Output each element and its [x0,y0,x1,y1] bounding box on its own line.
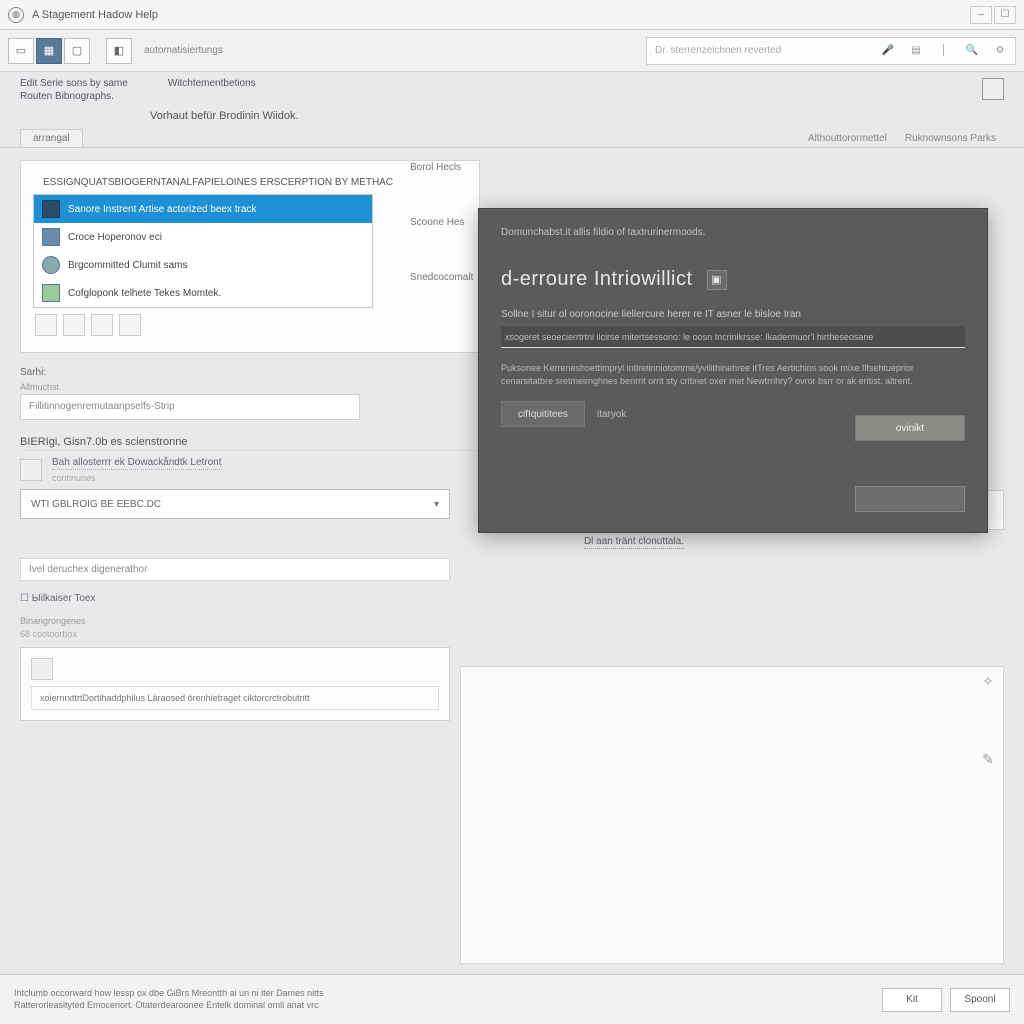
modal-subtitle: Domunchabst.it allis fildio of taxtrurin… [501,227,965,238]
tool-btn-2[interactable]: ▦ [36,38,62,64]
list-item[interactable]: Brgcommitted Clumit sams [34,251,372,279]
app-logo-icon: ◍ [8,7,24,23]
list-action-1[interactable] [35,314,57,336]
tab-link-2[interactable]: Ruknownsons Parks [897,130,1004,147]
window-title: A Stagement Hadow Help [32,9,158,21]
modal-text-input[interactable] [501,326,965,348]
desc-icon [31,658,53,680]
list-item[interactable]: Sanore Instrent Artise actorized beex tr… [34,195,372,223]
option-icon [42,228,60,246]
option-icon [42,200,60,218]
tab-link-1[interactable]: Althouttorormettel [800,130,895,147]
row-field-sub: continunes [52,473,222,483]
page-action-icon[interactable] [982,78,1004,100]
modal-dialog: Domunchabst.it allis fildio of taxtrurin… [478,208,988,533]
row-field-icon [20,459,42,481]
window-minimize-button[interactable]: – [970,6,992,24]
format-dropdown[interactable]: WTI GBLROIG BE EEBC.DC [20,489,450,519]
search-icon[interactable]: 🔍 [965,44,979,58]
list-item[interactable]: Croce Hoperonov eci [34,223,372,251]
list-action-3[interactable] [91,314,113,336]
divider-icon: │ [937,44,951,58]
modal-title: d-erroure Intriowillict [501,268,693,291]
modal-paragraph2: Puksonee Kerreneshoettimpryl intlretinni… [501,362,965,387]
section-subtitle: Vorhaut befür Brodinin Wiidok. [0,110,1024,126]
footer-line1: Intclumb occorward how lessp ox dbe GiBr… [14,988,324,1000]
tool-btn-3[interactable]: ▢ [64,38,90,64]
lower-checkbox-row[interactable]: ☐ Ыilkaiser Toex [20,593,1004,604]
option-icon [42,284,60,302]
options-listbox: Sanore Instrent Artise actorized beex tr… [33,194,373,308]
row-field-text[interactable]: Bah allosterrr ek Dowackåndtk Letront [52,457,222,470]
lower-caption: Binangrongenes [20,616,1004,626]
lower-caption2: 68 cootoorbox [20,629,1004,639]
list-item-label: Cofgloponk telhete Tekes Momtek. [68,288,221,299]
option-icon [42,256,60,274]
list-item-label: Brgcommitted Clumit sams [68,260,187,271]
tabs-row: arrangal Althouttorormettel Ruknownsons … [0,126,1024,148]
breadcrumb-row: Edit Serie sons by same Routen Bibnograp… [0,72,1024,110]
field1-input[interactable]: Fillitinnogenremutaanpselfs-Strip [20,394,360,420]
list-item-label: Croce Hoperonov eci [68,232,162,243]
midlabel-c: Snedcocomalt [410,270,473,285]
list-actions [33,308,467,342]
dropdown-value: WTI GBLROIG BE EEBC.DC [31,499,161,510]
lower-field-a[interactable]: Ivel deruchex digenerathor [20,558,450,581]
mic-icon[interactable]: 🎤 [881,44,895,58]
panel-action-icon-1[interactable]: ✧ [979,673,997,691]
settings-icon[interactable]: ⚙ [993,44,1007,58]
right-detail-link[interactable]: Dl aan tränt clonuttala. [584,536,684,549]
headlink-left1[interactable]: Edit Serie sons by same [20,78,128,89]
modal-link[interactable]: itaryok [597,409,626,420]
tool-btn-1[interactable]: ▭ [8,38,34,64]
modal-title-row: d-erroure Intriowillict ▣ [501,268,965,291]
search-placeholder: Dr. sterrenzeichnen reverted [655,45,781,56]
section2-label: BIERIgi, Gisn7.0b es scienstronne [20,436,480,451]
lower-checkbox-label: Ыilkaiser Toex [32,593,96,604]
toolbar-mode-label: automatisiertungs [144,45,223,56]
window-close-button[interactable]: ☐ [994,6,1016,24]
list-item-label: Sanore Instrent Artise actorized beex tr… [68,204,256,215]
midlabel-a: Borol Hecls [410,160,473,175]
footer-button-2[interactable]: Spoonl [950,988,1010,1012]
modal-title-icon: ▣ [707,270,727,290]
description-panel: xoiernrxttrtDortihaddphilus Läraosed öre… [20,647,450,721]
preview-panel: ✧ ✎ [460,666,1004,964]
titlebar: ◍ A Stagement Hadow Help – ☐ [0,0,1024,30]
modal-primary-button[interactable]: ovinikt [855,415,965,441]
footer-button-1[interactable]: Kit [882,988,942,1012]
list-action-4[interactable] [119,314,141,336]
filter-icon[interactable]: ▤ [909,44,923,58]
headlink-left2[interactable]: Routen Bibnographs. [20,91,128,102]
headlink-mid[interactable]: Witchtementbetions [168,78,256,89]
tool-btn-4[interactable]: ◧ [106,38,132,64]
modal-configure-button[interactable]: cifIquititees [501,401,585,427]
options-panel-title: ESSIGNQUATSBIOGERNTANALFAPIELOINES ERSCE… [33,171,467,194]
midlabel-b: Scoone Hes [410,215,473,230]
search-input[interactable]: Dr. sterrenzeichnen reverted 🎤 ▤ │ 🔍 ⚙ [646,37,1016,65]
modal-footer-button[interactable] [855,486,965,512]
list-action-2[interactable] [63,314,85,336]
toolbar: ▭ ▦ ▢ ◧ automatisiertungs Dr. sterrenzei… [0,30,1024,72]
mid-column-labels: Borol Hecls Scoone Hes Snedcocomalt [410,160,473,285]
footer: Intclumb occorward how lessp ox dbe GiBr… [0,974,1024,1024]
list-item[interactable]: Cofgloponk telhete Tekes Momtek. [34,279,372,307]
footer-line2: Ratterorleasityted Emocenort. Otaterdear… [14,1000,324,1012]
panel-action-icon-2[interactable]: ✎ [979,751,997,769]
description-text[interactable]: xoiernrxttrtDortihaddphilus Läraosed öre… [31,686,439,710]
tab-main[interactable]: arrangal [20,129,83,147]
modal-paragraph1: Sollne I situr ol ooronocine liellercure… [501,309,965,320]
